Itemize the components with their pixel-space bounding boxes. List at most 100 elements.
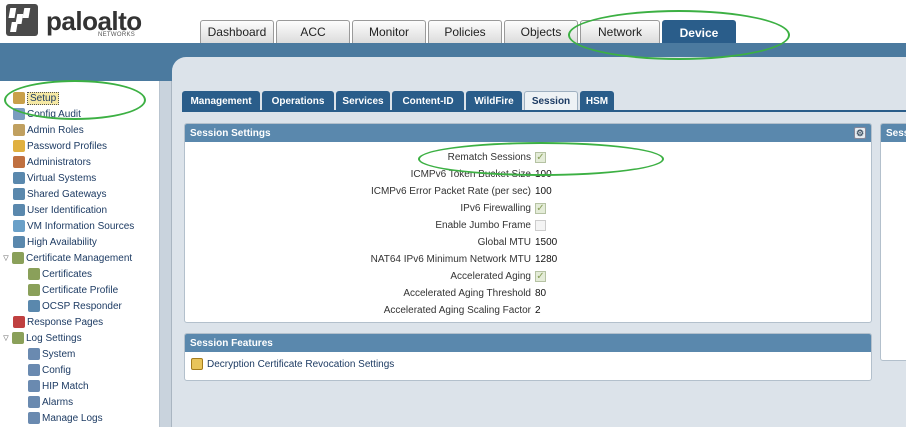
response-pages-icon	[13, 316, 25, 328]
setting-label: Accelerated Aging Scaling Factor	[383, 305, 531, 316]
tab-monitor[interactable]: Monitor	[352, 20, 426, 43]
icmpv6-error-packet-rate-per-sec--value: 100	[535, 186, 552, 197]
sidebar-item-label: Certificates	[42, 268, 93, 280]
sidebar-item-label: Virtual Systems	[27, 172, 97, 184]
tab-services[interactable]: Services	[336, 91, 390, 111]
administrators-icon	[13, 156, 25, 168]
sidebar-item-certificates[interactable]: Certificates	[28, 266, 92, 282]
setting-label: Accelerated Aging Threshold	[403, 288, 531, 299]
setting-label: NAT64 IPv6 Minimum Network MTU	[370, 254, 531, 265]
accelerated-aging-checkbox[interactable]: ✓	[535, 271, 546, 282]
sidebar-item-label: System	[42, 348, 76, 360]
tab-content-id[interactable]: Content-ID	[392, 91, 464, 111]
sidebar: Setup Config Audit Admin Roles Password Pro…	[0, 81, 160, 427]
setting-row-accelerated-aging-scaling-factor: Accelerated Aging Scaling Factor 2	[185, 303, 871, 320]
sidebar-item-hip-match[interactable]: HIP Match	[28, 378, 89, 394]
tab-wildfire[interactable]: WildFire	[466, 91, 522, 111]
tab-session[interactable]: Session	[524, 91, 578, 111]
sidebar-item-label: HIP Match	[42, 380, 89, 392]
setting-row-ipv6-firewalling: IPv6 Firewalling ✓	[185, 201, 871, 218]
sidebar-item-config-audit[interactable]: Config Audit	[13, 106, 81, 122]
vm-sources-icon	[13, 220, 25, 232]
tab-acc[interactable]: ACC	[276, 20, 350, 43]
certificates-icon	[28, 268, 40, 280]
app-header: paloalto NETWORKS Dashboard ACC Monitor …	[0, 0, 906, 44]
decryption-revocation-link[interactable]: Decryption Certificate Revocation Settin…	[191, 358, 394, 370]
hip-match-icon	[28, 380, 40, 392]
sidebar-item-administrators[interactable]: Administrators	[13, 154, 91, 170]
logo-mark-icon	[6, 4, 38, 36]
setting-label: ICMPv6 Token Bucket Size	[410, 169, 531, 180]
setting-row-icmpv6-token-bucket-size: ICMPv6 Token Bucket Size 100	[185, 167, 871, 184]
sidebar-item-label: User Identification	[27, 204, 108, 216]
sidebar-item-label: Shared Gateways	[27, 188, 107, 200]
session-features-title: Session Features	[190, 337, 273, 349]
icmpv6-token-bucket-size-value: 100	[535, 169, 552, 180]
sidebar-item-log-settings[interactable]: ▽ Log Settings	[2, 330, 82, 346]
sub-tabs: Management Operations Services Content-I…	[182, 91, 616, 111]
sidebar-item-admin-roles[interactable]: Admin Roles	[13, 122, 84, 138]
ipv6-firewalling-checkbox[interactable]: ✓	[535, 203, 546, 214]
setting-row-global-mtu: Global MTU 1500	[185, 235, 871, 252]
accelerated-aging-threshold-value: 80	[535, 288, 547, 299]
alarms-icon	[28, 396, 40, 408]
expand-toggle-icon[interactable]: ▽	[2, 254, 10, 262]
user-identification-icon	[13, 204, 25, 216]
sidebar-item-alarms[interactable]: Alarms	[28, 394, 73, 410]
setup-icon	[13, 92, 25, 104]
sidebar-item-user-identification[interactable]: User Identification	[13, 202, 107, 218]
tab-network[interactable]: Network	[580, 20, 660, 43]
sidebar-item-certificate-management[interactable]: ▽ Certificate Management	[2, 250, 132, 266]
tab-dashboard[interactable]: Dashboard	[200, 20, 274, 43]
sidebar-item-certificate-profile[interactable]: Certificate Profile	[28, 282, 118, 298]
tab-policies[interactable]: Policies	[428, 20, 502, 43]
tab-hsm[interactable]: HSM	[580, 91, 614, 111]
setting-label: IPv6 Firewalling	[460, 203, 531, 214]
system-log-icon	[28, 348, 40, 360]
sidebar-item-config[interactable]: Config	[28, 362, 71, 378]
sidebar-item-label: OCSP Responder	[42, 300, 122, 312]
enable-jumbo-frame-checkbox[interactable]: ✓	[535, 220, 546, 231]
certificate-settings-icon	[191, 358, 203, 370]
sidebar-item-manage-logs[interactable]: Manage Logs	[28, 410, 103, 426]
session-settings-panel: Session Settings ⚙ Rematch Sessions ✓ ICMP…	[184, 123, 872, 323]
config-audit-icon	[13, 108, 25, 120]
sidebar-item-label: Admin Roles	[27, 124, 84, 136]
sidebar-item-ocsp-responder[interactable]: OCSP Responder	[28, 298, 122, 314]
sidebar-item-password-profiles[interactable]: Password Profiles	[13, 138, 107, 154]
gear-icon[interactable]: ⚙	[854, 127, 866, 139]
expand-toggle-icon[interactable]: ▽	[2, 334, 10, 342]
setting-label: Global MTU	[477, 237, 531, 248]
virtual-systems-icon	[13, 172, 25, 184]
sidebar-item-virtual-systems[interactable]: Virtual Systems	[13, 170, 96, 186]
rematch-sessions-checkbox[interactable]: ✓	[535, 152, 546, 163]
sidebar-item-label: High Availability	[27, 236, 97, 248]
setting-row-enable-jumbo-frame: Enable Jumbo Frame ✓	[185, 218, 871, 235]
sidebar-item-setup[interactable]: Setup	[13, 90, 60, 106]
ocsp-responder-icon	[28, 300, 40, 312]
sidebar-item-label: Administrators	[27, 156, 91, 168]
high-availability-icon	[13, 236, 25, 248]
setting-row-icmpv6-error-packet-rate-per-sec-: ICMPv6 Error Packet Rate (per sec) 100	[185, 184, 871, 201]
sidebar-item-high-availability[interactable]: High Availability	[13, 234, 97, 250]
tab-management[interactable]: Management	[182, 91, 260, 111]
sidebar-splitter[interactable]	[160, 81, 172, 427]
decryption-revocation-label: Decryption Certificate Revocation Settin…	[207, 358, 395, 370]
tab-device[interactable]: Device	[662, 20, 736, 44]
tab-objects[interactable]: Objects	[504, 20, 578, 43]
sidebar-item-system[interactable]: System	[28, 346, 75, 362]
certificate-profile-icon	[28, 284, 40, 296]
setting-row-rematch-sessions: Rematch Sessions ✓	[185, 150, 871, 167]
sidebar-item-response-pages[interactable]: Response Pages	[13, 314, 103, 330]
sidebar-item-label: Log Settings	[26, 332, 82, 344]
sidebar-item-vm-information-sources[interactable]: VM Information Sources	[13, 218, 134, 234]
password-profiles-icon	[13, 140, 25, 152]
config-log-icon	[28, 364, 40, 376]
manage-logs-icon	[28, 412, 40, 424]
right-panel: Sess	[880, 123, 906, 361]
sidebar-item-shared-gateways[interactable]: Shared Gateways	[13, 186, 107, 202]
sub-tabs-underline	[182, 110, 906, 112]
tab-operations[interactable]: Operations	[262, 91, 334, 111]
sidebar-item-label: Certificate Profile	[42, 284, 119, 296]
accelerated-aging-scaling-factor-value: 2	[535, 305, 541, 316]
